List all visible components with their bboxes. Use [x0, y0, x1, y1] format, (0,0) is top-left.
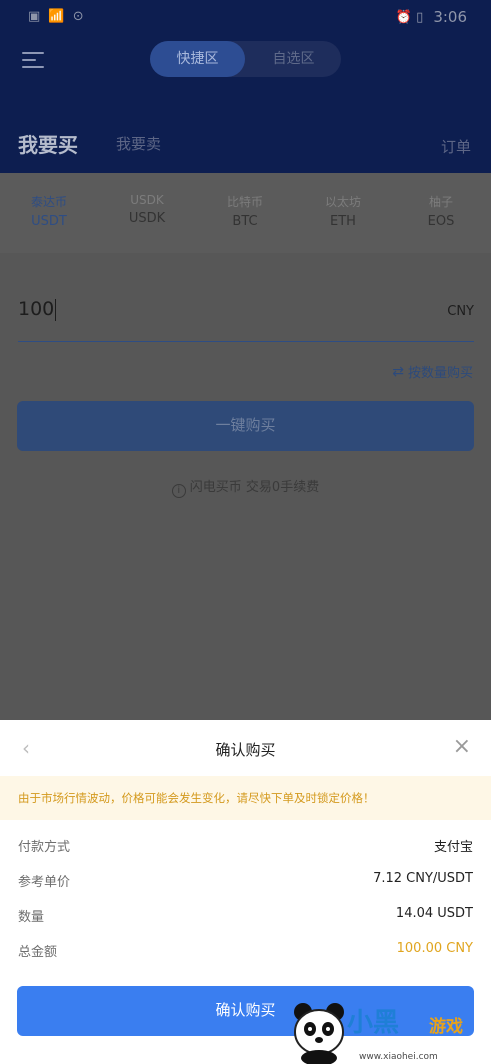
coin-name: 以太坊: [324, 195, 361, 209]
watermark-brand: 小黑: [347, 1008, 400, 1038]
amount-value[interactable]: 100: [18, 298, 56, 321]
status-icons-left: ▣ 📶 ⊙: [28, 9, 86, 24]
detail-label: 数量: [18, 910, 45, 925]
site-watermark: 小黑 游戏 www.xiaohei.com: [289, 994, 489, 1064]
detail-value: 支付宝: [433, 840, 473, 855]
orders-link[interactable]: 订单: [441, 136, 471, 157]
amount-currency: CNY: [447, 304, 474, 319]
coin-name: 泰达币: [30, 195, 67, 209]
coin-name: 柚子: [428, 195, 453, 209]
coin-name: USDK: [130, 193, 164, 207]
detail-label: 付款方式: [18, 840, 71, 855]
close-icon[interactable]: ×: [453, 734, 471, 759]
coin-name: 比特币: [226, 195, 263, 209]
coin-symbol: BTC: [232, 214, 258, 229]
status-time: 3:06: [433, 8, 467, 26]
coin-symbol: ETH: [330, 214, 356, 229]
sheet-title: 确认购买: [215, 741, 276, 759]
buy-by-quantity-label: 按数量购买: [407, 366, 473, 381]
tab-quick-zone[interactable]: 快捷区: [150, 41, 245, 77]
detail-label: 参考单价: [18, 875, 71, 890]
swap-icon: ⇄: [392, 363, 404, 380]
panda-logo-icon: [294, 1003, 344, 1064]
sheet-header: ‹ 确认购买 ×: [0, 720, 491, 776]
info-icon: i: [171, 484, 186, 498]
zone-segmented-control: 快捷区 自选区: [150, 41, 341, 77]
amount-input[interactable]: 100 CNY: [18, 294, 474, 342]
detail-value: 7.12 CNY/USDT: [373, 871, 473, 886]
coin-symbol: USDT: [31, 214, 67, 229]
coin-usdk[interactable]: USDK USDK: [107, 193, 187, 226]
status-icons-right: ⏰ ▯: [395, 9, 424, 25]
fee-note-text: 闪电买币 交易0手续费: [189, 480, 320, 495]
one-click-buy-button[interactable]: 一键购买: [17, 401, 474, 451]
coin-symbol: USDK: [128, 211, 166, 226]
detail-value: 14.04 USDT: [395, 906, 473, 921]
coin-btc[interactable]: 比特币 BTC: [205, 193, 285, 229]
tab-buy[interactable]: 我要买: [18, 129, 78, 158]
buy-by-quantity-link[interactable]: ⇄ 按数量购买: [392, 362, 473, 382]
app-header: ▣ 📶 ⊙ ⏰ ▯ 3:06 快捷区 自选区 我要买 我要卖 订单: [0, 0, 491, 173]
detail-label: 总金额: [18, 945, 58, 960]
coin-selector: 泰达币 USDT USDK USDK 比特币 BTC 以太坊 ETH 柚子 EO…: [0, 173, 491, 253]
tab-sell[interactable]: 我要卖: [116, 133, 161, 154]
price-warning: 由于市场行情波动，价格可能会发生变化，请尽快下单及时锁定价格！: [0, 776, 491, 820]
tab-custom-zone[interactable]: 自选区: [246, 41, 341, 77]
coin-eth[interactable]: 以太坊 ETH: [303, 193, 383, 229]
watermark-game: 游戏: [429, 1017, 463, 1037]
status-bar: ▣ 📶 ⊙ ⏰ ▯ 3:06: [0, 0, 491, 34]
menu-icon[interactable]: [22, 52, 44, 68]
coin-usdt[interactable]: 泰达币 USDT: [9, 193, 89, 229]
coin-eos[interactable]: 柚子 EOS: [401, 193, 481, 229]
fee-note: i 闪电买币 交易0手续费: [0, 476, 491, 498]
watermark-url: www.xiaohei.com: [359, 1052, 438, 1062]
coin-symbol: EOS: [427, 214, 455, 229]
detail-total-value: 100.00 CNY: [396, 941, 473, 956]
